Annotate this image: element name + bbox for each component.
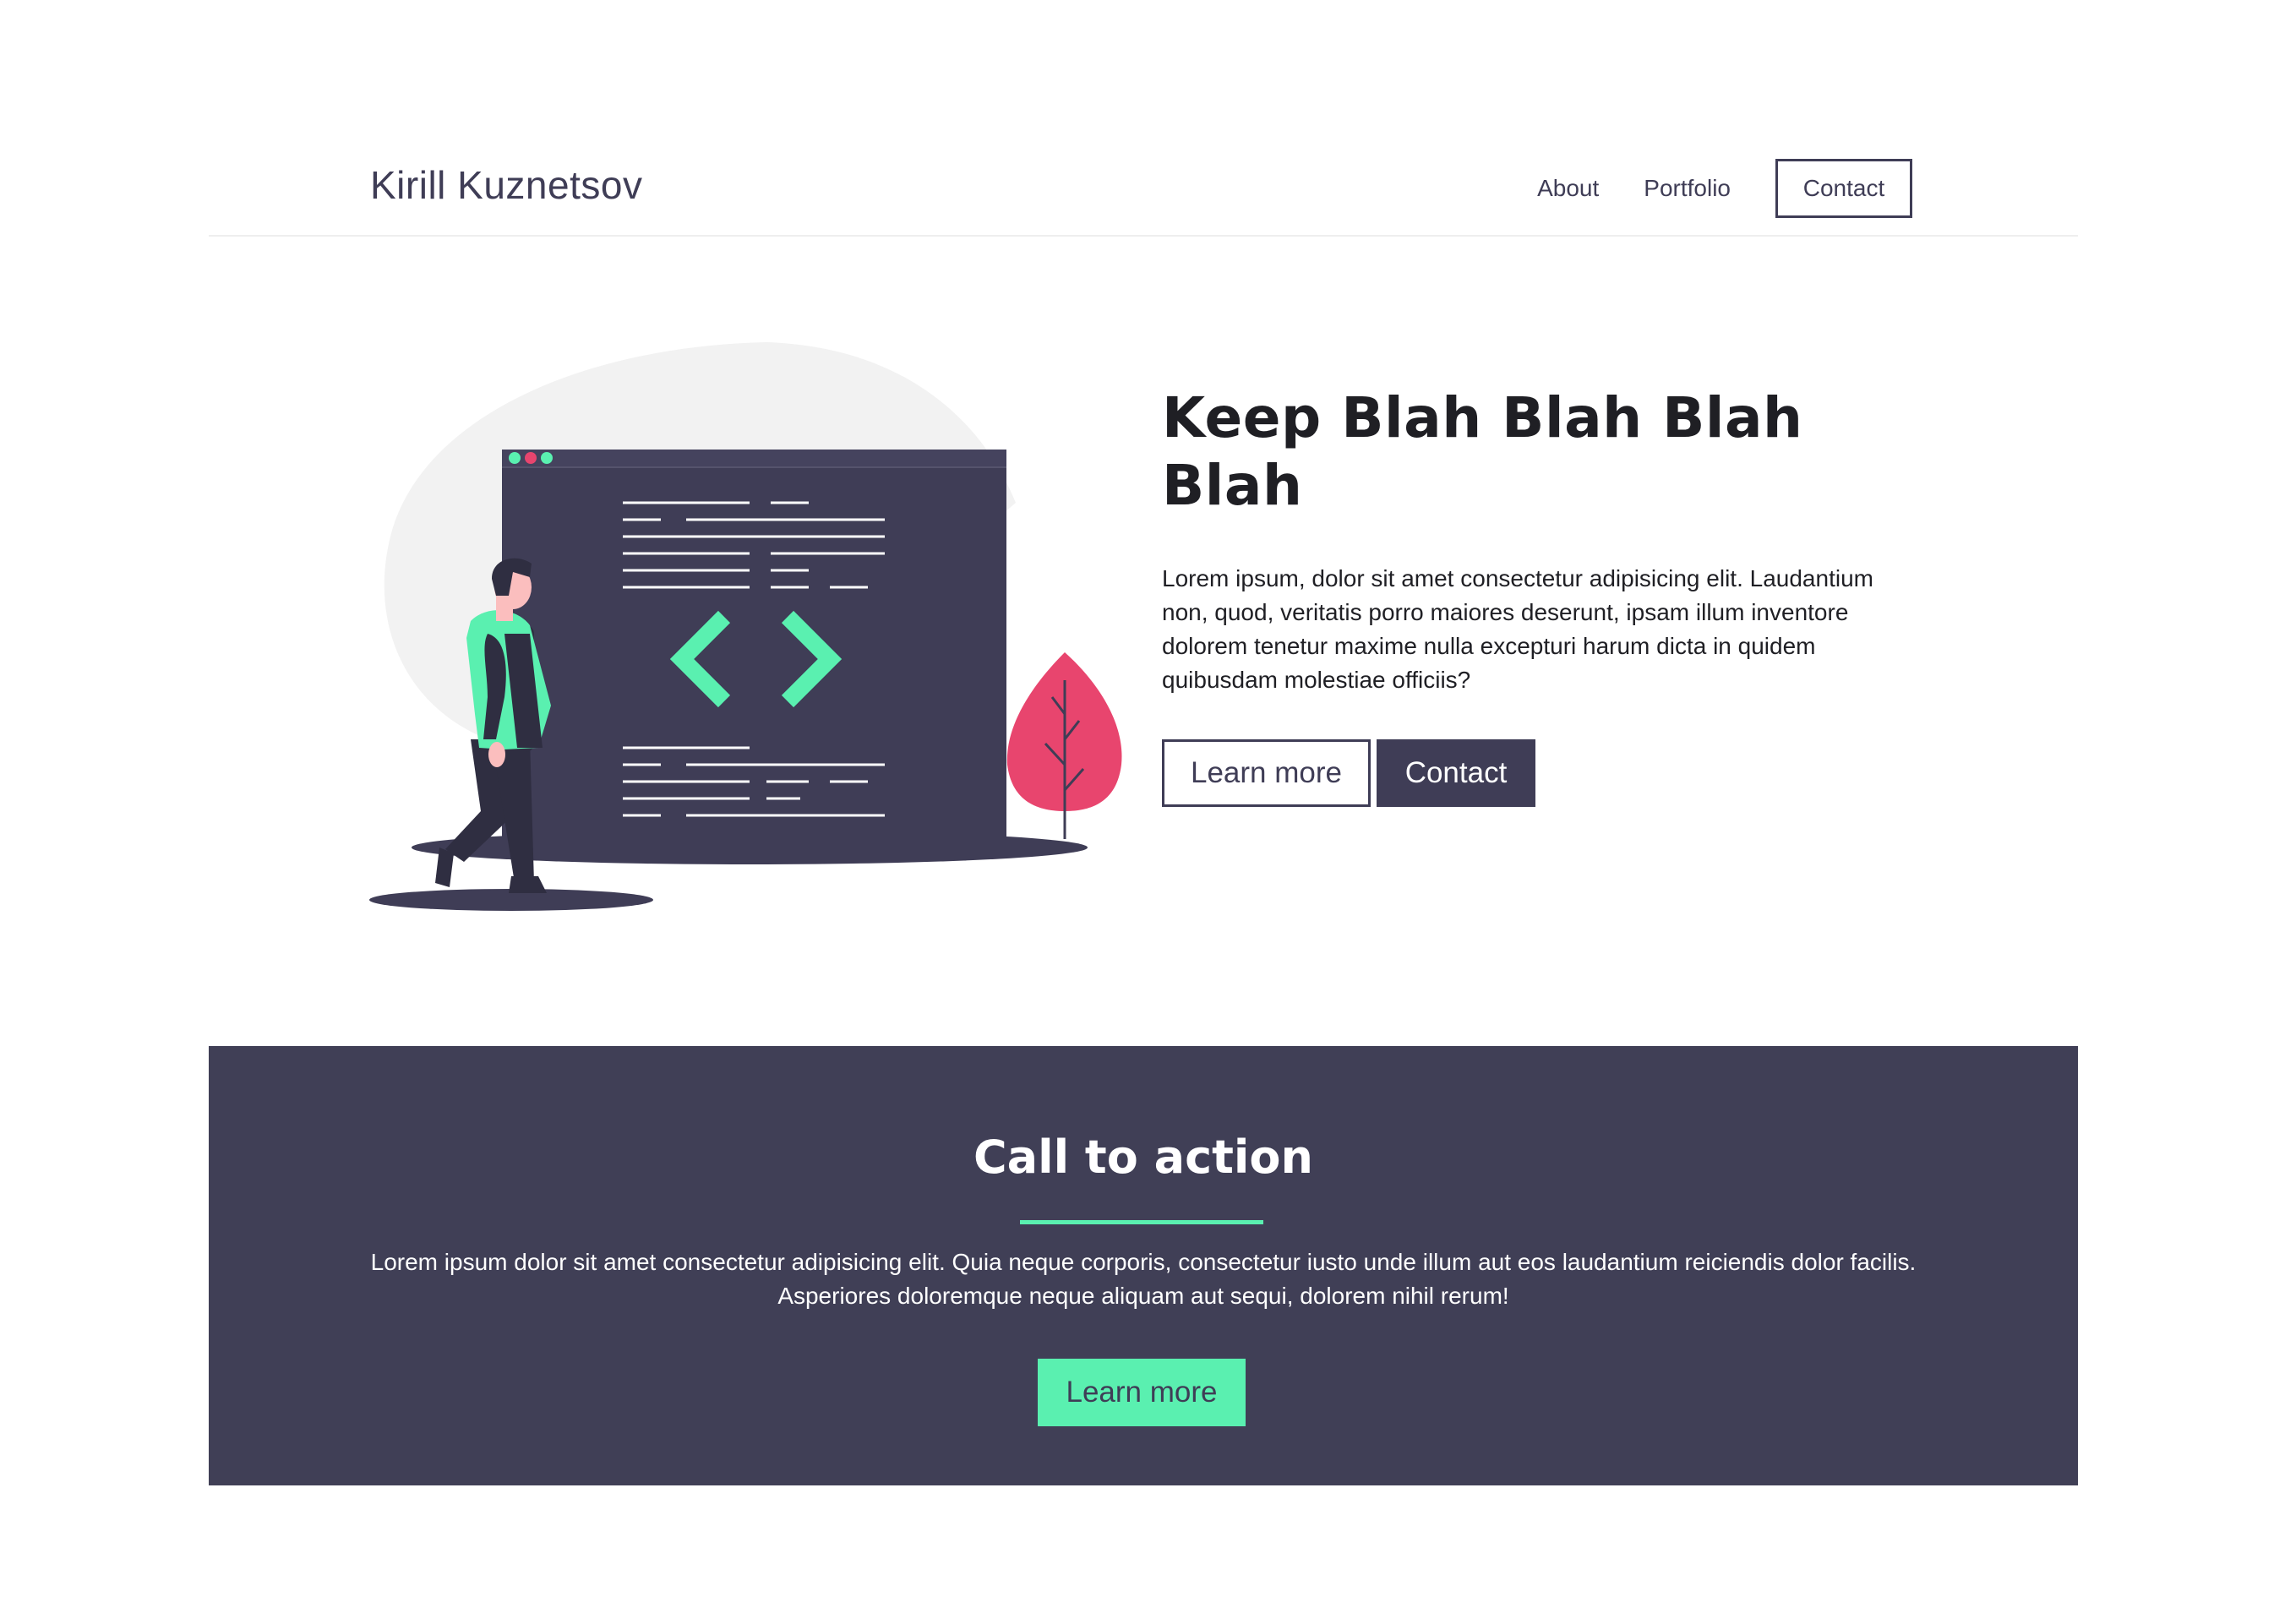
cta-title: Call to action: [973, 1131, 1313, 1184]
cta-text: Lorem ipsum dolor sit amet consectetur a…: [370, 1249, 1917, 1309]
window-dot-pink: [525, 452, 537, 464]
hero-text-block: Keep Blah Blah Blah Blah Lorem ipsum, do…: [1162, 384, 1889, 807]
nav-link-about[interactable]: About: [1537, 175, 1599, 202]
nav-link-portfolio[interactable]: Portfolio: [1644, 175, 1731, 202]
cta-divider: [1020, 1220, 1263, 1224]
site-header: Kirill Kuznetsov About Portfolio Contact: [209, 144, 2078, 237]
developer-code-window-illustration: [369, 342, 1122, 911]
nav-contact-button[interactable]: Contact: [1775, 159, 1912, 218]
hero-learn-more-button[interactable]: Learn more: [1162, 739, 1371, 807]
main-nav: About Portfolio Contact: [1537, 159, 1912, 218]
window-dot-green: [509, 452, 521, 464]
window-dot-green-2: [541, 452, 553, 464]
code-window-titlebar: [502, 450, 1006, 466]
cta-section: Call to action Lorem ipsum dolor sit ame…: [209, 1046, 2078, 1485]
code-window: [502, 450, 1006, 842]
cta-learn-more-button[interactable]: Learn more: [1038, 1359, 1246, 1426]
brand-logo-text[interactable]: Kirill Kuznetsov: [370, 162, 642, 208]
hero-contact-button[interactable]: Contact: [1377, 739, 1535, 807]
hero-illustration: [369, 342, 1130, 917]
page: Kirill Kuznetsov About Portfolio Contact: [0, 0, 2274, 1624]
hero-buttons: Learn more Contact: [1162, 739, 1889, 807]
hero-description: Lorem ipsum, dolor sit amet consectetur …: [1162, 565, 1873, 693]
hero-title: Keep Blah Blah Blah Blah: [1162, 385, 1803, 518]
